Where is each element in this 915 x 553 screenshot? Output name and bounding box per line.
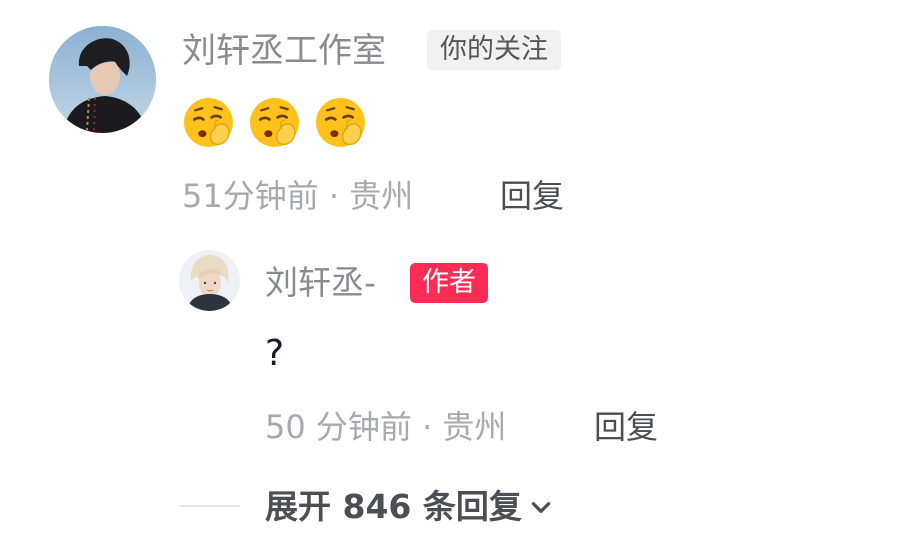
- expand-replies-button[interactable]: 展开 846 条回复: [265, 484, 554, 530]
- person-portrait-icon: [179, 250, 240, 311]
- reply-username[interactable]: 刘轩丞-: [265, 260, 376, 306]
- chevron-down-icon: [531, 502, 551, 513]
- reply-content: ?: [265, 333, 285, 374]
- comment-content: [182, 95, 371, 153]
- comment-time-location: 51分钟前 · 贵州: [182, 177, 414, 215]
- shushing-face-emoji-icon: [316, 98, 365, 147]
- author-badge: 作者: [410, 263, 488, 303]
- reply-button[interactable]: 回复: [500, 174, 564, 218]
- person-portrait-icon: [49, 26, 156, 133]
- expand-replies-label: 展开 846 条回复: [265, 487, 522, 526]
- following-badge: 你的关注: [427, 30, 561, 70]
- shushing-face-emoji-icon: [250, 98, 299, 147]
- comment-avatar[interactable]: [49, 26, 156, 133]
- comment-username[interactable]: 刘轩丞工作室: [182, 28, 386, 74]
- reply-to-reply-button[interactable]: 回复: [594, 405, 658, 449]
- expand-divider: [180, 505, 240, 507]
- shushing-face-emoji-icon: [184, 98, 233, 147]
- reply-avatar[interactable]: [179, 250, 240, 311]
- reply-time-location: 50 分钟前 · 贵州: [265, 408, 507, 446]
